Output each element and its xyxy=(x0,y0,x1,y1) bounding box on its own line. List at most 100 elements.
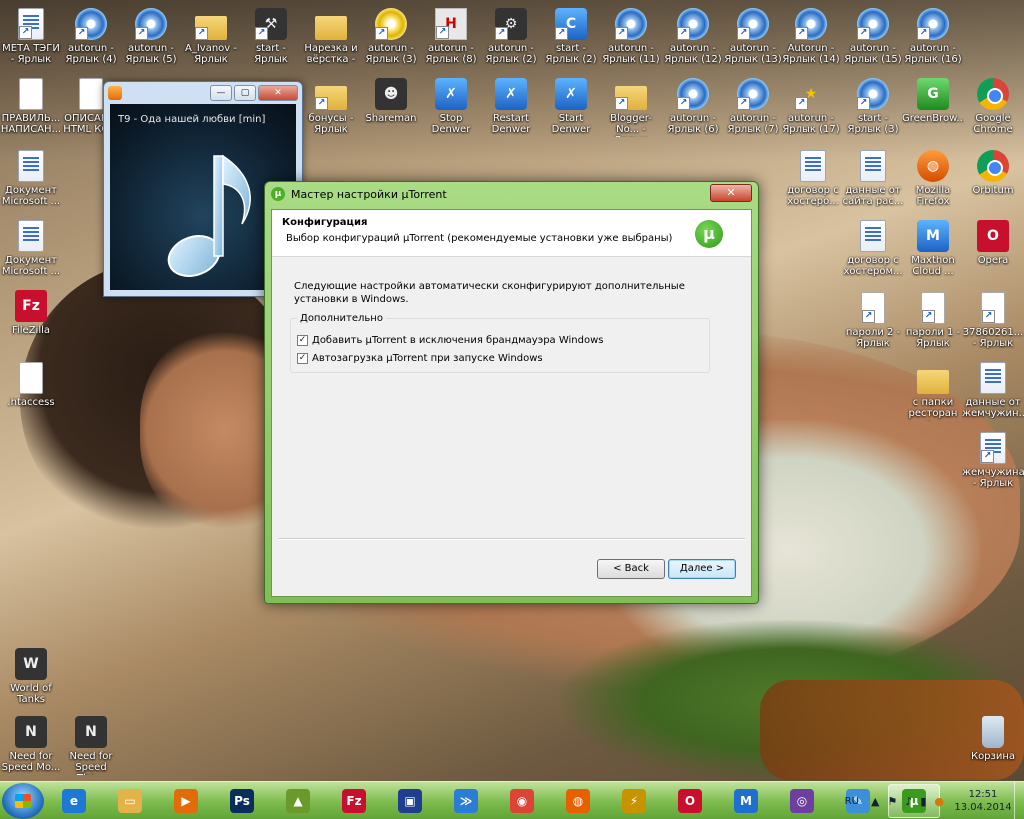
dialog-close-button[interactable]: ✕ xyxy=(710,184,752,202)
desktop-icon[interactable]: N Need for Speed The... xyxy=(60,716,122,786)
desktop-icon[interactable]: autorun - Ярлык (11) xyxy=(600,8,662,78)
autostart-checkbox[interactable]: ✓ Автозагрузка µTorrent при запуске Wind… xyxy=(297,349,703,367)
desktop-icon[interactable]: .htaccess xyxy=(0,362,62,432)
desktop-icon[interactable]: M Maxthon Cloud ... xyxy=(902,220,964,290)
taskbar-item[interactable]: ⚡ xyxy=(608,784,660,818)
desktop-icon[interactable]: Нарезка и вёрстка - xyxy=(300,8,362,78)
desktop-icon[interactable]: ПРАВИЛЬ... НАПИСАН... xyxy=(0,78,62,148)
close-button[interactable]: ✕ xyxy=(258,85,298,101)
desktop-icon[interactable]: G GreenBrow... xyxy=(902,78,964,148)
tray-arrow-icon[interactable]: ▲ xyxy=(871,795,879,808)
desktop-icon[interactable]: Документ Microsoft ... xyxy=(0,150,62,220)
greenbrowser-icon: G xyxy=(917,78,949,110)
desktop-icon[interactable]: МЕТА ТЭГИ - Ярлык xyxy=(0,8,62,78)
desktop-icon[interactable]: ☻ Shareman xyxy=(360,78,422,148)
desktop-icon[interactable]: autorun - Ярлык (13) xyxy=(722,8,784,78)
desktop-icon[interactable]: autorun - Ярлык (6) xyxy=(662,78,724,148)
desktop-icon[interactable]: ★ autorun - Ярлык (17) xyxy=(780,78,842,148)
taskbar-item[interactable]: ◎ xyxy=(776,784,828,818)
desktop-icon[interactable]: данные от сайта рас... xyxy=(842,150,904,220)
taskbar-item[interactable]: ≫ xyxy=(440,784,492,818)
ie-icon: e xyxy=(62,788,86,813)
desktop-icon[interactable]: бонусы - Ярлык xyxy=(300,78,362,148)
start-button[interactable] xyxy=(2,782,44,819)
taskbar-item[interactable]: ◉ xyxy=(496,784,548,818)
minimize-button[interactable]: — xyxy=(210,85,232,101)
desktop-icon[interactable]: пароли 1 - Ярлык xyxy=(902,292,964,362)
desktop-icon[interactable]: Orbitum xyxy=(962,150,1024,220)
desktop-icon[interactable]: autorun - Ярлык (7) xyxy=(722,78,784,148)
desktop-icon[interactable]: Hautorun - Ярлык (8) xyxy=(420,8,482,78)
compass-icon: ✦ xyxy=(375,8,407,40)
desktop-icon[interactable]: ◍ Mozilla Firefox xyxy=(902,150,964,220)
taskbar-item[interactable]: ▭ xyxy=(104,784,156,818)
taskbar-item[interactable]: ▶ xyxy=(160,784,212,818)
taskbar-item[interactable]: M xyxy=(720,784,772,818)
desktop-icon[interactable]: W World of Tanks xyxy=(0,648,62,718)
desktop-icon[interactable]: Cstart - Ярлык (2) xyxy=(540,8,602,78)
desktop-icon[interactable]: жемчужина - Ярлык xyxy=(962,432,1024,502)
maximize-button[interactable]: ▢ xyxy=(234,85,256,101)
desktop-icon[interactable]: договор с хостеро... xyxy=(782,150,844,220)
taskbar-item[interactable]: e xyxy=(48,784,100,818)
desktop-icon[interactable]: autorun - Ярлык (5) xyxy=(120,8,182,78)
desktop-icon[interactable]: autorun - Ярлык (16) xyxy=(902,8,964,78)
language-indicator[interactable]: RU xyxy=(845,796,859,807)
desktop-icon-label: данные от сайта рас... xyxy=(842,185,904,207)
taskbar-item[interactable]: Ps xyxy=(216,784,268,818)
denwer-icon: ✗ xyxy=(555,78,587,110)
word-document-icon xyxy=(18,150,44,182)
clock[interactable]: 12:51 13.04.2014 xyxy=(952,788,1014,814)
desktop-icon[interactable]: autorun - Ярлык (15) xyxy=(842,8,904,78)
checkbox-autostart[interactable]: ✓ xyxy=(297,352,308,364)
desktop-icon[interactable]: Документ Microsoft ... xyxy=(0,220,62,290)
filezilla-icon: Fz xyxy=(15,290,47,322)
desktop-icon[interactable]: Google Chrome xyxy=(962,78,1024,148)
desktop-icon[interactable]: ⚒ start - Ярлык xyxy=(240,8,302,78)
desktop-icon[interactable]: ✗ Stop Denwer xyxy=(420,78,482,148)
desktop-icon[interactable]: 37860261... - Ярлык xyxy=(962,292,1024,362)
desktop-icon[interactable]: Blogger-No... - Ярлык xyxy=(600,78,662,148)
autorun-disc-icon xyxy=(737,78,769,110)
back-button[interactable]: < Back xyxy=(597,559,665,579)
desktop-icon-label: Shareman xyxy=(365,113,417,124)
desktop-icon[interactable]: с папки ресторан с... xyxy=(902,362,964,432)
volume-icon[interactable]: ♪ xyxy=(905,795,912,808)
taskbar-item[interactable]: Fz xyxy=(328,784,380,818)
desktop-icon[interactable]: ⚙ autorun - Ярлык (2) xyxy=(480,8,542,78)
desktop-icon[interactable]: N Need for Speed Mo... xyxy=(0,716,62,786)
desktop-icon[interactable]: A_Ivanov - Ярлык xyxy=(180,8,242,78)
dialog-titlebar[interactable]: µ Мастер настройки µTorrent xyxy=(265,182,758,206)
desktop-icon[interactable]: пароли 2 - Ярлык xyxy=(842,292,904,362)
desktop-icon[interactable]: autorun - Ярлык (4) xyxy=(60,8,122,78)
desktop-icon[interactable]: Autorun - Ярлык (14) xyxy=(780,8,842,78)
next-button[interactable]: Далее > xyxy=(668,559,736,579)
fast-app-icon: ≫ xyxy=(454,788,478,813)
desktop-icon[interactable]: Fz FileZilla xyxy=(0,290,62,360)
desktop-icon[interactable]: Корзина xyxy=(962,716,1024,786)
taskbar-item[interactable]: ◍ xyxy=(552,784,604,818)
taskbar-item[interactable]: O xyxy=(664,784,716,818)
desktop-icon[interactable]: данные от жемчужин... xyxy=(962,362,1024,432)
tray-app-icon[interactable]: ● xyxy=(934,795,944,808)
desktop-icon-label: 37860261... - Ярлык xyxy=(962,327,1024,349)
desktop-icon[interactable]: ✗ Restart Denwer xyxy=(480,78,542,148)
desktop-icon[interactable]: start - Ярлык (3) xyxy=(842,78,904,148)
checkbox-firewall[interactable]: ✓ xyxy=(297,334,308,346)
flag-icon[interactable]: ⚑ xyxy=(887,795,897,808)
firewall-option-label: Добавить µTorrent в исключения брандмауэ… xyxy=(312,334,604,346)
desktop-icon[interactable]: ✗ Start Denwer xyxy=(540,78,602,148)
taskbar-item[interactable]: ▲ xyxy=(272,784,324,818)
network-icon[interactable]: ▮ xyxy=(920,795,926,808)
utorrent-setup-dialog[interactable]: µ Мастер настройки µTorrent ✕ Конфигурац… xyxy=(264,181,759,604)
show-desktop-button[interactable] xyxy=(1014,782,1024,819)
desktop-icon[interactable]: O Opera xyxy=(962,220,1024,290)
taskbar-item[interactable]: ▣ xyxy=(384,784,436,818)
c-app-icon: C xyxy=(555,8,587,40)
orbitum-icon: ◎ xyxy=(790,788,814,813)
firewall-exception-checkbox[interactable]: ✓ Добавить µTorrent в исключения брандма… xyxy=(297,331,703,349)
desktop-icon[interactable]: autorun - Ярлык (12) xyxy=(662,8,724,78)
media-player-titlebar[interactable]: — ▢ ✕ xyxy=(104,82,302,104)
desktop-icon[interactable]: ✦ autorun - Ярлык (3) xyxy=(360,8,422,78)
desktop-icon[interactable]: договор с хостером... xyxy=(842,220,904,290)
